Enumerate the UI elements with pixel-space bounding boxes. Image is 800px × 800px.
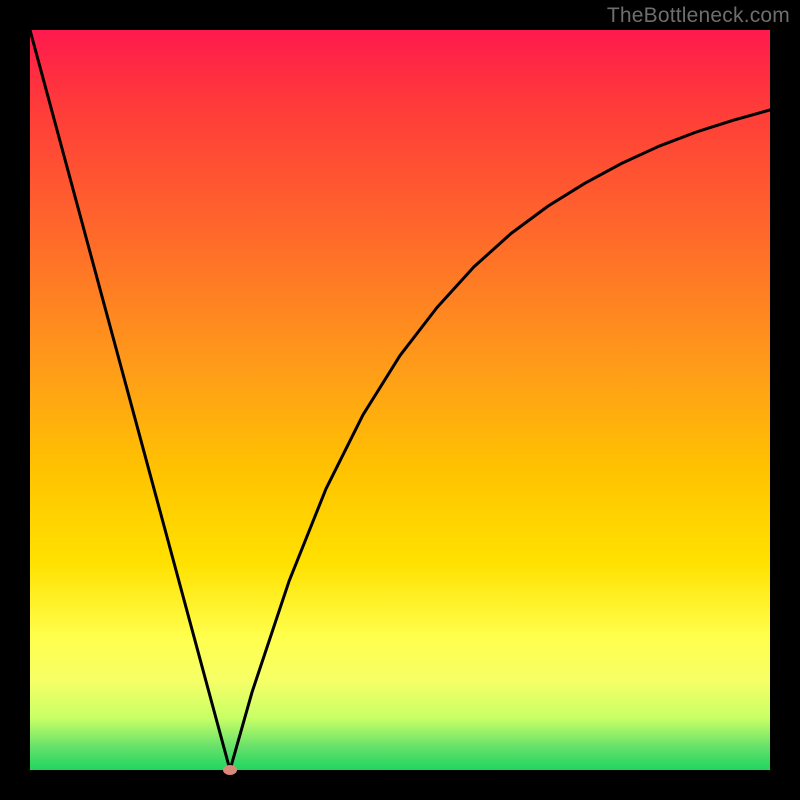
watermark-text: TheBottleneck.com [607,4,790,28]
chart-frame: TheBottleneck.com [0,0,800,800]
optimal-point-marker [223,765,237,775]
bottleneck-curve [30,30,770,770]
plot-area [30,30,770,770]
